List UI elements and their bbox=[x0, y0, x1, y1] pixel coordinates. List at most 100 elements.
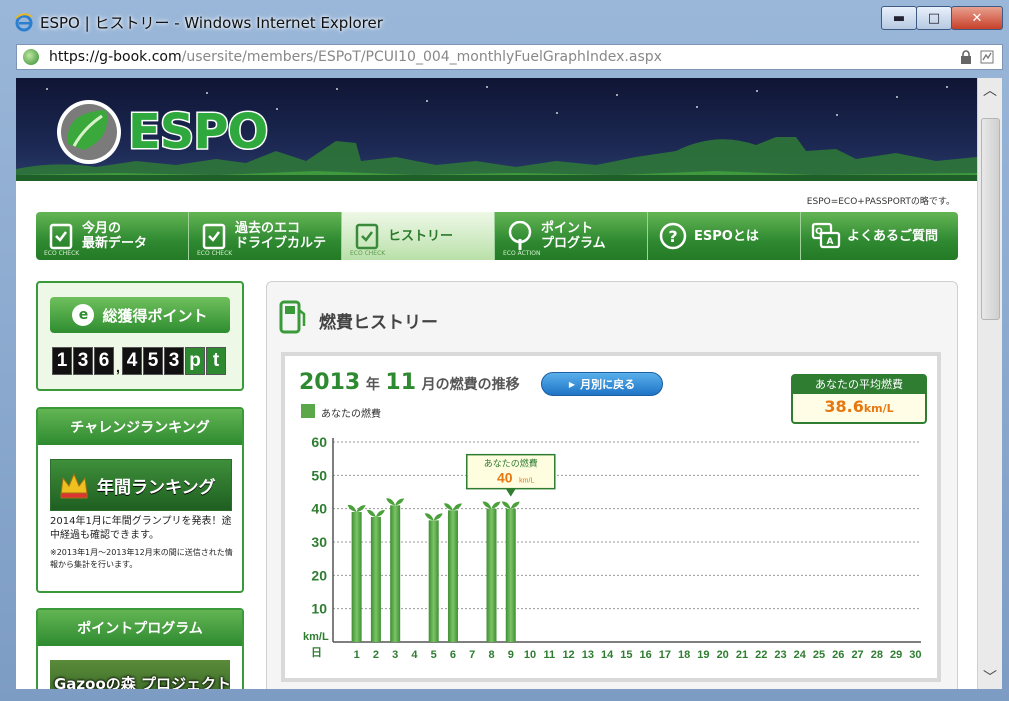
nav-label-line1: 今月の bbox=[82, 221, 122, 236]
chart-year-suffix: 年 bbox=[365, 377, 380, 393]
browser-window: ESPO | ヒストリー - Windows Internet Explorer… bbox=[0, 0, 1009, 701]
chart-bar bbox=[390, 505, 401, 642]
y-tick-label: 20 bbox=[311, 567, 327, 583]
gazoo-forest-banner[interactable]: Gazooの森 プロジェクト bbox=[50, 660, 230, 689]
points-unit: p bbox=[185, 347, 205, 375]
nav-label-line2: プログラム bbox=[541, 236, 606, 251]
tree-icon bbox=[505, 221, 535, 251]
nav-past-eco-drive[interactable]: 過去のエコ ドライブカルテ ECO CHECK bbox=[189, 212, 342, 260]
legend-label: あなたの燃費 bbox=[321, 409, 381, 420]
window-controls: ▬ □ ✕ bbox=[881, 6, 1003, 30]
tooltip-pointer bbox=[505, 488, 516, 497]
x-tick-label: 19 bbox=[697, 649, 709, 661]
address-url[interactable]: https://g-book.com/usersite/members/ESPo… bbox=[49, 49, 662, 65]
total-points-header: e 総獲得ポイント bbox=[50, 297, 230, 333]
x-tick-label: 12 bbox=[562, 649, 574, 661]
title-bar[interactable]: ESPO | ヒストリー - Windows Internet Explorer… bbox=[0, 0, 1009, 42]
nav-label-line2: 最新データ bbox=[82, 236, 148, 251]
scroll-up-icon[interactable]: ︿ bbox=[978, 80, 1002, 100]
point-program-header: ポイントプログラム bbox=[38, 610, 242, 646]
x-tick-label: 27 bbox=[851, 649, 863, 661]
fuel-bar-chart: 102030405060km/L日 1 2 3 4 5 6 7 8 9 10 11 12 13 14 15 16… bbox=[303, 434, 921, 661]
challenge-ranking-header: チャレンジランキング bbox=[38, 409, 242, 445]
legend-swatch bbox=[301, 404, 315, 418]
chart-bar bbox=[351, 512, 362, 642]
address-host: https://g-book.com bbox=[49, 49, 182, 65]
clipboard-check-icon bbox=[199, 221, 229, 251]
clipboard-check-icon bbox=[46, 221, 76, 251]
x-tick-label: 13 bbox=[582, 649, 594, 661]
point-program-box: ポイントプログラム Gazooの森 プロジェクト bbox=[36, 608, 244, 689]
svg-text:Q: Q bbox=[815, 227, 823, 237]
x-tick-label: 8 bbox=[488, 649, 494, 661]
nav-label-line1: ポイント bbox=[541, 221, 594, 236]
x-tick-label: 28 bbox=[871, 649, 883, 661]
x-tick-label: 14 bbox=[601, 649, 614, 661]
average-fuel-unit: km/L bbox=[863, 402, 894, 415]
espo-leaf-logo-icon bbox=[57, 100, 121, 164]
points-unit: t bbox=[206, 347, 226, 375]
site-tagline: ESPO=ECO+PASSPORTの略です。 bbox=[806, 197, 955, 207]
annual-ranking-banner[interactable]: 年間ランキング bbox=[50, 459, 232, 511]
x-tick-label: 4 bbox=[411, 649, 418, 661]
x-tick-label: 21 bbox=[736, 649, 748, 661]
x-tick-label: 11 bbox=[543, 649, 555, 661]
eco-badge-icon: e bbox=[72, 304, 95, 326]
back-to-monthly-button[interactable]: ▶ 月別に戻る bbox=[541, 372, 663, 396]
total-points-box: e 総獲得ポイント 1 3 6 , 4 5 3 p t bbox=[36, 281, 244, 391]
nav-point-program[interactable]: ポイント プログラム ECO ACTION bbox=[495, 212, 648, 260]
y-tick-label: 30 bbox=[311, 534, 327, 550]
address-bar[interactable]: https://g-book.com/usersite/members/ESPo… bbox=[16, 44, 1003, 70]
y-tick-label: 40 bbox=[311, 501, 327, 517]
x-tick-label: 17 bbox=[659, 649, 671, 661]
points-digit: 4 bbox=[122, 347, 142, 375]
clipboard-check-icon bbox=[352, 221, 382, 251]
site-logo[interactable]: ESPO bbox=[126, 103, 269, 162]
x-tick-label: 22 bbox=[755, 649, 767, 661]
points-counter: 1 3 6 , 4 5 3 p t bbox=[52, 347, 227, 377]
leaf-icon bbox=[443, 503, 462, 511]
fuel-history-panel: 燃費ヒストリー 2013 年 11 月の燃費の推移 ▶ 月別に戻る あなたの燃費… bbox=[266, 281, 958, 689]
y-axis-label: km/L bbox=[303, 631, 329, 643]
tooltip-label: あなたの燃費 bbox=[484, 458, 538, 470]
leaf-icon bbox=[366, 509, 385, 517]
x-tick-label: 26 bbox=[832, 649, 844, 661]
nav-faq[interactable]: AQ よくあるご質問 bbox=[801, 212, 958, 260]
close-button[interactable]: ✕ bbox=[951, 6, 1003, 30]
scrollbar-thumb[interactable] bbox=[981, 118, 1000, 320]
compatibility-view-icon[interactable] bbox=[980, 50, 994, 64]
scroll-down-icon[interactable]: ﹀ bbox=[978, 667, 1002, 687]
nav-sub: ECO CHECK bbox=[44, 250, 80, 257]
site-icon bbox=[23, 49, 39, 65]
minimize-button[interactable]: ▬ bbox=[881, 6, 917, 30]
average-fuel-value: 38.6km/L bbox=[793, 397, 925, 416]
y-tick-label: 10 bbox=[311, 601, 327, 617]
leaf-icon bbox=[501, 501, 520, 509]
x-tick-label: 16 bbox=[640, 649, 652, 661]
x-tick-label: 30 bbox=[909, 649, 921, 661]
nav-label-line1: ヒストリー bbox=[388, 228, 454, 244]
page-viewport: ESPO ESPO=ECO+PASSPORTの略です。 今月の 最新データ ECO… bbox=[16, 78, 977, 689]
vertical-scrollbar[interactable]: ︿ ﹀ bbox=[977, 78, 1002, 689]
header-banner: ESPO bbox=[16, 78, 977, 181]
nav-sub: ECO CHECK bbox=[197, 250, 233, 257]
leaf-icon bbox=[386, 498, 405, 506]
chart-bar bbox=[370, 517, 381, 642]
nav-sub: ECO ACTION bbox=[503, 250, 541, 257]
y-tick-label: 60 bbox=[311, 434, 327, 450]
average-fuel-label: あなたの平均燃費 bbox=[793, 376, 925, 394]
maximize-button[interactable]: □ bbox=[916, 6, 952, 30]
nav-latest-data[interactable]: 今月の 最新データ ECO CHECK bbox=[36, 212, 189, 260]
y-tick-label: 50 bbox=[311, 467, 327, 483]
points-digit: 3 bbox=[164, 347, 184, 375]
leaf-icon bbox=[482, 501, 501, 509]
nav-history[interactable]: ヒストリー ECO CHECK bbox=[342, 212, 495, 260]
svg-text:A: A bbox=[827, 237, 834, 247]
chart-bar bbox=[447, 510, 458, 642]
lock-icon[interactable] bbox=[960, 50, 972, 64]
nav-about-espo[interactable]: ? ESPOとは bbox=[648, 212, 801, 260]
main-nav: 今月の 最新データ ECO CHECK 過去のエコ ドライブカルテ ECO CHEC… bbox=[36, 212, 958, 260]
leaf-icon bbox=[424, 513, 443, 521]
average-fuel-number: 38.6 bbox=[824, 397, 864, 416]
chart-bar bbox=[505, 508, 516, 642]
